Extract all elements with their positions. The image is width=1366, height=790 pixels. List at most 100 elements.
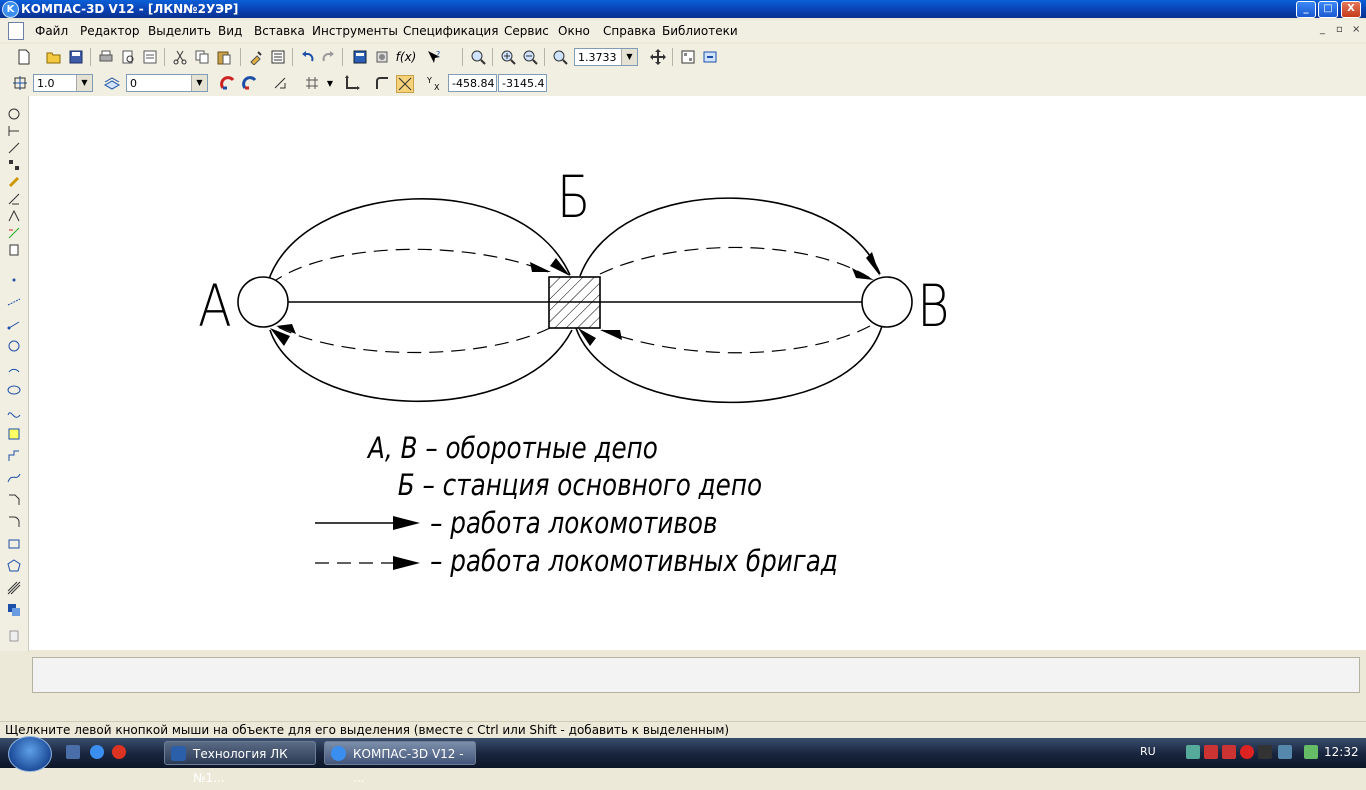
symbols-tool-icon[interactable] <box>6 140 22 156</box>
redo-icon[interactable] <box>320 49 336 65</box>
report-tool-icon[interactable] <box>6 242 22 258</box>
segment-tool-icon[interactable] <box>6 316 22 332</box>
local-cs-icon[interactable] <box>344 75 360 91</box>
flash-icon[interactable] <box>1240 745 1254 759</box>
x-coordinate-field[interactable]: -458.84 <box>448 74 497 92</box>
coordinates-icon[interactable]: YX <box>426 75 442 91</box>
spline-tool-icon[interactable] <box>6 404 22 420</box>
menu-tools[interactable]: Инструменты <box>312 24 398 38</box>
menu-spec[interactable]: Спецификация <box>403 24 498 38</box>
document-icon[interactable] <box>8 22 24 40</box>
new-file-icon[interactable] <box>16 49 32 65</box>
print-icon[interactable] <box>98 49 114 65</box>
security-icon[interactable] <box>1204 745 1218 759</box>
language-indicator[interactable]: RU <box>1140 745 1156 758</box>
help-cursor-icon[interactable]: ? <box>426 49 442 65</box>
task-kompas[interactable]: КОМПАС-3D V12 - ... <box>324 741 476 785</box>
layers-icon[interactable] <box>680 49 696 65</box>
zoom-out-icon[interactable] <box>522 49 538 65</box>
chamfer-tool-icon[interactable] <box>6 492 22 508</box>
measure-tool-icon[interactable] <box>6 191 22 207</box>
collapse-tool-icon[interactable] <box>6 628 22 644</box>
layer-icon[interactable] <box>104 75 120 91</box>
chevron-down-icon[interactable]: ▼ <box>322 75 338 91</box>
step-icon[interactable] <box>12 75 28 91</box>
media-icon[interactable] <box>1258 745 1272 759</box>
paste-icon[interactable] <box>216 49 232 65</box>
geometry-tool-icon[interactable] <box>6 106 22 122</box>
fillet-tool-icon[interactable] <box>6 514 22 530</box>
menu-service[interactable]: Сервис <box>504 24 549 38</box>
cut-icon[interactable] <box>172 49 188 65</box>
chevron-down-icon[interactable]: ▼ <box>191 75 207 91</box>
manager-icon[interactable] <box>352 49 368 65</box>
menu-view[interactable]: Вид <box>218 24 242 38</box>
start-button[interactable] <box>8 736 52 772</box>
refresh-icon[interactable] <box>702 49 718 65</box>
step-select[interactable]: 1.0 ▼ <box>33 74 93 92</box>
menu-libraries[interactable]: Библиотеки <box>662 24 738 38</box>
point-tool-icon[interactable] <box>6 272 22 288</box>
cursor-snap-icon[interactable] <box>396 75 414 93</box>
arc-tool-icon[interactable] <box>6 360 22 376</box>
polyline-tool-icon[interactable] <box>6 448 22 464</box>
ellipse-tool-icon[interactable] <box>6 382 22 398</box>
print-preview-icon[interactable] <box>120 49 136 65</box>
task-document[interactable]: Технология ЛК №1... <box>164 741 316 785</box>
pan-icon[interactable] <box>650 49 666 65</box>
chevron-down-icon[interactable]: ▼ <box>621 49 637 65</box>
properties-field[interactable] <box>32 657 1360 693</box>
polygon-tool-icon[interactable] <box>6 558 22 574</box>
close-button[interactable]: X <box>1341 1 1361 18</box>
zoom-frame-icon[interactable] <box>470 49 486 65</box>
select-tool-icon[interactable] <box>6 208 22 224</box>
round-mode-icon[interactable] <box>374 75 390 91</box>
preview-icon[interactable] <box>142 49 158 65</box>
menu-editor[interactable]: Редактор <box>80 24 139 38</box>
menu-window[interactable]: Окно <box>558 24 590 38</box>
contour-tool-icon[interactable] <box>6 602 22 618</box>
menu-insert[interactable]: Вставка <box>254 24 305 38</box>
grid-icon[interactable] <box>304 75 320 91</box>
menu-file[interactable]: Файл <box>35 24 68 38</box>
menu-select[interactable]: Выделить <box>148 24 211 38</box>
show-desktop-icon[interactable] <box>66 745 80 759</box>
maximize-button[interactable]: □ <box>1318 1 1338 18</box>
volume-icon[interactable] <box>1278 745 1292 759</box>
zoom-in-icon[interactable] <box>500 49 516 65</box>
undo-icon[interactable] <box>300 49 316 65</box>
equidistant-tool-icon[interactable] <box>6 580 22 596</box>
parametric-tool-icon[interactable] <box>6 174 22 190</box>
snap-icon[interactable] <box>220 75 236 91</box>
open-file-icon[interactable] <box>46 49 62 65</box>
format-brush-icon[interactable] <box>248 49 264 65</box>
dimensions-tool-icon[interactable] <box>6 123 22 139</box>
bezier-tool-icon[interactable] <box>6 470 22 486</box>
network-icon[interactable] <box>1186 745 1200 759</box>
chevron-down-icon[interactable]: ▼ <box>76 75 92 91</box>
variables-icon[interactable] <box>374 49 390 65</box>
layer-select[interactable]: 0 ▼ <box>126 74 208 92</box>
aux-line-tool-icon[interactable] <box>6 294 22 310</box>
menu-help[interactable]: Справка <box>603 24 656 38</box>
y-coordinate-field[interactable]: -3145.4 <box>498 74 547 92</box>
local-snap-icon[interactable] <box>242 75 258 91</box>
minimize-button[interactable]: _ <box>1296 1 1316 18</box>
formula-button[interactable]: f(x) <box>396 49 417 65</box>
edit-tool-icon[interactable] <box>6 157 22 173</box>
antivirus-icon[interactable] <box>1222 745 1236 759</box>
ortho-icon[interactable] <box>272 75 288 91</box>
zoom-select[interactable]: 1.3733 ▼ <box>574 48 638 66</box>
drawing-canvas[interactable]: А Б В А, В – оборотные депо Б – станция … <box>29 96 1366 650</box>
hatch-tool-icon[interactable] <box>6 426 22 442</box>
opera-quicklaunch-icon[interactable] <box>112 745 126 759</box>
zoom-scale-icon[interactable] <box>552 49 568 65</box>
save-icon[interactable] <box>68 49 84 65</box>
circle-tool-icon[interactable] <box>6 338 22 354</box>
rectangle-tool-icon[interactable] <box>6 536 22 552</box>
mdi-minimize-button[interactable]: _ <box>1320 24 1325 35</box>
mdi-restore-button[interactable]: ▫ <box>1336 24 1343 35</box>
properties-icon[interactable] <box>270 49 286 65</box>
mdi-close-button[interactable]: × <box>1352 24 1360 35</box>
spec-tool-icon[interactable] <box>6 225 22 241</box>
